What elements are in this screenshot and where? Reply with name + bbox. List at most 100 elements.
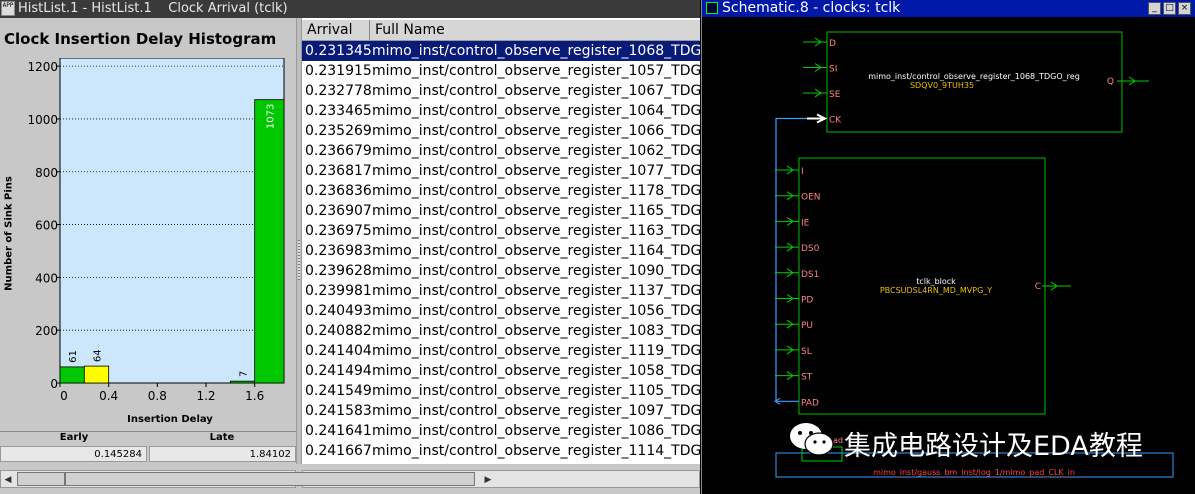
horizontal-scrollbars: ◀ ◀ ▶ <box>0 468 700 494</box>
maximize-button[interactable]: □ <box>1163 2 1176 15</box>
histlist-titlebar[interactable]: APP HistList.1 - HistList.1 Clock Arriva… <box>0 0 700 18</box>
fullname-cell: mimo_inst/control_observe_register_1178_… <box>372 183 700 199</box>
list-row[interactable]: 0.241494 mimo_inst/control_observe_regist… <box>302 361 700 381</box>
scroll-right-icon[interactable]: ▶ <box>481 473 495 487</box>
histogram-title: Clock Insertion Delay Histogram <box>4 30 277 48</box>
bottom-net-name: mimo_inst/gauss_bm_inst/log_1/mimo_pad_C… <box>873 468 1075 477</box>
y-tick-label: 1000 <box>27 113 58 127</box>
clock-net <box>775 117 827 402</box>
arrival-list: Arrival Full Name 0.231345 mimo_inst/cont… <box>302 18 700 464</box>
scroll-left-icon[interactable]: ◀ <box>1 473 15 487</box>
arrival-cell: 0.241404 <box>305 343 372 359</box>
reg-pin-label: SE <box>829 90 841 100</box>
block-pin-label: DS1 <box>801 270 819 280</box>
fullname-cell: mimo_inst/control_observe_register_1056_… <box>372 303 700 319</box>
y-tick-label: 600 <box>35 219 58 233</box>
arrival-cell: 0.241641 <box>305 423 372 439</box>
scroll-thumb[interactable] <box>65 472 475 486</box>
fullname-cell: mimo_inst/control_observe_register_1077_… <box>372 163 700 179</box>
list-row[interactable]: 0.233465 mimo_inst/control_observe_regist… <box>302 101 700 121</box>
bar-label: 61 <box>68 350 79 363</box>
arrival-cell: 0.231915 <box>305 63 372 79</box>
wechat-icon <box>790 423 834 456</box>
block-pin-label: PU <box>801 321 813 331</box>
fullname-cell: mimo_inst/control_observe_register_1068_… <box>372 43 700 59</box>
arrival-cell: 0.241667 <box>305 443 372 459</box>
close-button[interactable]: × <box>1178 2 1191 15</box>
ck-highlight-arrow <box>807 113 828 124</box>
list-row[interactable]: 0.236836 mimo_inst/control_observe_regist… <box>302 181 700 201</box>
list-header: Arrival Full Name <box>302 20 700 41</box>
reg-pin-label: CK <box>829 116 842 126</box>
list-row[interactable]: 0.236975 mimo_inst/control_observe_regist… <box>302 221 700 241</box>
list-row[interactable]: 0.236983 mimo_inst/control_observe_regist… <box>302 241 700 261</box>
arrival-cell: 0.233465 <box>305 103 372 119</box>
x-axis-label: Insertion Delay <box>127 414 213 425</box>
schematic-canvas[interactable]: D SI SE CK mimo_inst/control_observe_registe… <box>702 17 1195 494</box>
bar-label: 64 <box>93 349 104 362</box>
fullname-cell: mimo_inst/control_observe_register_1119_… <box>372 343 700 359</box>
arrival-cell: 0.240493 <box>305 303 372 319</box>
list-row[interactable]: 0.236907 mimo_inst/control_observe_regist… <box>302 201 700 221</box>
plot-area <box>59 58 285 384</box>
minimize-button[interactable]: _ <box>1148 2 1161 15</box>
block-pin-label: PD <box>801 296 813 306</box>
list-row[interactable]: 0.236817 mimo_inst/control_observe_regist… <box>302 161 700 181</box>
list-row[interactable]: 0.241549 mimo_inst/control_observe_regist… <box>302 381 700 401</box>
list-row[interactable]: 0.231915 mimo_inst/control_observe_regist… <box>302 61 700 81</box>
y-tick-label: 800 <box>35 166 58 180</box>
list-hscrollbar[interactable]: ◀ ▶ <box>65 470 700 488</box>
histlist-window: APP HistList.1 - HistList.1 Clock Arriva… <box>0 0 700 494</box>
arrival-cell: 0.241549 <box>305 383 372 399</box>
x-tick-label: 1.6 <box>245 389 264 403</box>
list-row[interactable]: 0.240493 mimo_inst/control_observe_regist… <box>302 301 700 321</box>
histogram-bar <box>83 365 110 384</box>
x-tick-label: 0.4 <box>99 389 118 403</box>
y-tick-label: 200 <box>35 324 58 338</box>
column-header-fullname[interactable]: Full Name <box>370 20 700 40</box>
list-row[interactable]: 0.241404 mimo_inst/control_observe_regist… <box>302 341 700 361</box>
arrival-cell: 0.236679 <box>305 143 372 159</box>
list-row[interactable]: 0.239981 mimo_inst/control_observe_regist… <box>302 281 700 301</box>
list-row[interactable]: 0.231345 mimo_inst/control_observe_regist… <box>302 41 700 61</box>
fullname-cell: mimo_inst/control_observe_register_1105_… <box>372 383 700 399</box>
arrival-cell: 0.240882 <box>305 323 372 339</box>
window-title: HistList.1 - HistList.1 Clock Arrival (t… <box>18 1 288 16</box>
reg-cell-name: SDQV0_9TUH35 <box>910 81 974 90</box>
schematic-title: Schematic.8 - clocks: tclk <box>722 0 901 16</box>
histogram-chart[interactable]: 0 200 400 600 800 1000 1200 0 0.4 0.8 1.2 1.6 61 64 7 1… <box>0 58 296 418</box>
list-row[interactable]: 0.241641 mimo_inst/control_observe_regist… <box>302 421 700 441</box>
reg-pin-label: SI <box>829 65 837 75</box>
column-header-arrival[interactable]: Arrival <box>302 20 370 40</box>
scroll-thumb[interactable] <box>17 472 65 486</box>
fullname-cell: mimo_inst/control_observe_register_1097_… <box>372 403 700 419</box>
app-icon: APP <box>1 1 15 16</box>
histogram-bar <box>229 380 256 384</box>
list-row[interactable]: 0.241667 mimo_inst/control_observe_regist… <box>302 441 700 461</box>
bar-label: 7 <box>239 371 250 377</box>
splitter-grip[interactable] <box>298 240 300 280</box>
arrival-cell: 0.236907 <box>305 203 372 219</box>
schematic-titlebar[interactable]: Schematic.8 - clocks: tclk _ □ × <box>702 0 1195 17</box>
fullname-cell: mimo_inst/control_observe_register_1066_… <box>372 123 700 139</box>
list-row[interactable]: 0.236679 mimo_inst/control_observe_regist… <box>302 141 700 161</box>
block-instance-name: tclk_block <box>916 277 956 286</box>
fullname-cell: mimo_inst/control_observe_register_1064_… <box>372 103 700 119</box>
list-row[interactable]: 0.235269 mimo_inst/control_observe_regist… <box>302 121 700 141</box>
fullname-cell: mimo_inst/control_observe_register_1083_… <box>372 323 700 339</box>
y-tick-label: 400 <box>35 271 58 285</box>
fullname-cell: mimo_inst/control_observe_register_1057_… <box>372 63 700 79</box>
list-row[interactable]: 0.241583 mimo_inst/control_observe_regist… <box>302 401 700 421</box>
list-row[interactable]: 0.240882 mimo_inst/control_observe_regist… <box>302 321 700 341</box>
fullname-cell: mimo_inst/control_observe_register_1165_… <box>372 203 700 219</box>
histogram-panel: Clock Insertion Delay Histogram Number o… <box>0 18 296 464</box>
block-pin-label: OEN <box>801 193 821 203</box>
fullname-cell: mimo_inst/control_observe_register_1114_… <box>372 443 700 459</box>
arrival-cell: 0.236836 <box>305 183 372 199</box>
list-row[interactable]: 0.232778 mimo_inst/control_observe_regist… <box>302 81 700 101</box>
arrival-cell: 0.232778 <box>305 83 372 99</box>
fullname-cell: mimo_inst/control_observe_register_1062_… <box>372 143 700 159</box>
arrival-cell: 0.236983 <box>305 243 372 259</box>
arrival-cell: 0.239981 <box>305 283 372 299</box>
list-row[interactable]: 0.239628 mimo_inst/control_observe_regist… <box>302 261 700 281</box>
